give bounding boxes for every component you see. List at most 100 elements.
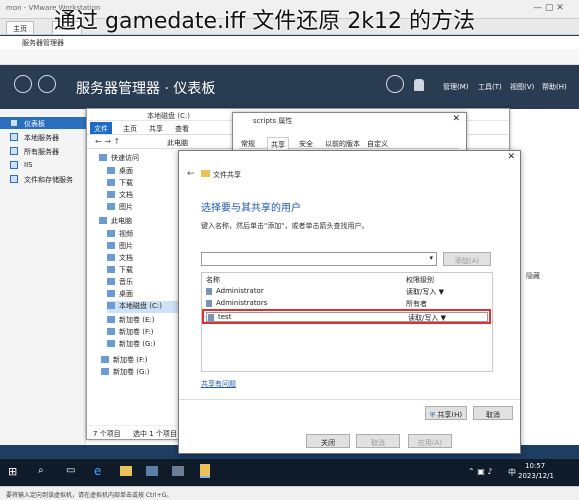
back-arrow-icon[interactable]: ← [187, 169, 195, 179]
edge-icon[interactable]: e [94, 464, 101, 478]
tab-customize[interactable]: 自定义 [367, 139, 388, 149]
server-manager-taskbar-icon[interactable] [146, 466, 158, 476]
sidebar-item-iis[interactable]: IIS [0, 159, 86, 171]
sidebar-item-local-server[interactable]: 本地服务器 [0, 131, 86, 143]
active-folder-icon[interactable] [200, 464, 210, 478]
tree-item[interactable]: 文档 [107, 190, 133, 202]
task-view-icon[interactable]: ▭ [66, 465, 75, 476]
column-header-permission: 权限级别 [406, 276, 434, 284]
add-button[interactable]: 添加(A) [443, 252, 491, 266]
clock-time[interactable]: 10:57 [525, 462, 545, 470]
forward-icon[interactable] [38, 75, 56, 93]
props-cancel-button[interactable]: 取消 [356, 434, 400, 448]
ribbon-tab-share[interactable]: 共享 [149, 124, 163, 134]
user-list: 名称 权限级别 Administrator 读取/写入 ▼ Administra… [201, 272, 493, 372]
refresh-icon[interactable] [386, 75, 404, 93]
folder-icon [107, 340, 115, 347]
notifications-flag-icon[interactable] [414, 79, 424, 91]
server-manager-sidebar: 仪表板 本地服务器 所有服务器 IIS 文件和存储服务 [0, 109, 86, 445]
sidebar-item-all-servers[interactable]: 所有服务器 [0, 145, 86, 157]
tree-item[interactable]: 此电脑 [99, 216, 132, 228]
iis-icon [10, 161, 18, 169]
folder-share-icon [201, 170, 210, 177]
tree-item[interactable]: 新加卷 (E:) [107, 315, 154, 327]
file-explorer-icon[interactable] [120, 466, 132, 476]
vm-status-text: 要将输入定向到该虚拟机，请在虚拟机内部单击或按 Ctrl+G。 [6, 492, 173, 499]
tree-item[interactable]: 新加卷 (F:) [107, 327, 154, 339]
hide-link[interactable]: 隐藏 [526, 271, 540, 281]
server-icon [10, 133, 18, 141]
vm-tab-home[interactable]: 主页 [6, 21, 34, 34]
tab-general[interactable]: 常规 [241, 139, 255, 149]
tree-item[interactable]: 下载 [107, 265, 133, 277]
tree-item[interactable]: 图片 [107, 202, 133, 214]
folder-icon [107, 302, 115, 309]
windows-start-icon[interactable]: ⊞ [8, 465, 17, 478]
ribbon-tab-view[interactable]: 查看 [175, 124, 189, 134]
selected-count: 选中 1 个项目 [133, 430, 177, 438]
folder-icon [99, 217, 107, 224]
search-icon[interactable]: ⌕ [38, 465, 44, 476]
taskbar: ⊞ ⌕ ▭ e ⌃ ▣ ♪ 中 10:57 2023/12/1 [0, 459, 579, 486]
properties-title: scripts 属性 [253, 117, 293, 125]
nav-arrows-icon[interactable]: ← → ↑ [95, 137, 120, 146]
tree-item[interactable]: 文档 [107, 253, 133, 265]
close-icon[interactable]: ✕ [452, 114, 460, 124]
folder-icon [101, 356, 109, 363]
menu-manage[interactable]: 管理(M) [443, 82, 469, 92]
props-close-button[interactable]: 关闭 [306, 434, 350, 448]
sidebar-item-file-storage[interactable]: 文件和存储服务 [0, 173, 86, 185]
window-controls[interactable]: — ▢ ✕ [533, 3, 573, 14]
cancel-button[interactable]: 取消 [473, 406, 513, 420]
tree-item[interactable]: 新加卷 (G:) [107, 339, 155, 351]
folder-icon [107, 254, 115, 261]
props-apply-button[interactable]: 应用(A) [408, 434, 452, 448]
folder-icon [107, 179, 115, 186]
user-combo-input[interactable]: ▾ [201, 252, 437, 266]
folder-icon [107, 242, 115, 249]
shield-icon: ⛨ [429, 411, 436, 419]
share-dialog-title: 文件共享 [213, 171, 241, 179]
servers-icon [10, 147, 18, 155]
banner-title: 服务器管理器 · 仪表板 [76, 81, 216, 97]
caption-title: 通过 gamedate.iff 文件还原 2k12 的方法 [54, 9, 475, 34]
list-item-selected[interactable]: test 读取/写入 ▼ [202, 309, 491, 324]
tree-item[interactable]: 桌面 [107, 166, 133, 178]
user-icon [206, 288, 212, 295]
user-icon [208, 314, 214, 321]
folder-icon [101, 368, 109, 375]
list-item[interactable]: Administrators 所有者 [204, 298, 490, 309]
chevron-down-icon[interactable]: ▾ [429, 254, 433, 262]
help-link[interactable]: 共享有问题 [201, 379, 236, 389]
tab-previous-versions[interactable]: 以前的版本 [325, 139, 360, 149]
tree-item[interactable]: 新加卷 (G:) [101, 367, 149, 379]
list-item[interactable]: Administrator 读取/写入 ▼ [204, 286, 490, 297]
menu-help[interactable]: 帮助(H) [542, 82, 567, 92]
share-heading: 选择要与其共享的用户 [201, 203, 301, 214]
menu-view[interactable]: 视图(V) [510, 82, 534, 92]
tree-item[interactable]: 下载 [107, 178, 133, 190]
clock-date[interactable]: 2023/12/1 [518, 472, 554, 480]
item-count: 7 个项目 [93, 430, 121, 438]
tab-security[interactable]: 安全 [299, 139, 313, 149]
tree-item[interactable]: 新加卷 (F:) [101, 355, 148, 367]
tray-icons[interactable]: ⌃ ▣ ♪ [468, 467, 492, 476]
tree-item[interactable]: 桌面 [107, 289, 133, 301]
ribbon-tab-home[interactable]: 主页 [123, 124, 137, 134]
back-icon[interactable] [14, 75, 32, 93]
tree-item[interactable]: 图片 [107, 241, 133, 253]
address-bar[interactable]: 此电脑 [167, 138, 188, 148]
ime-indicator[interactable]: 中 [508, 467, 516, 478]
sidebar-item-dashboard[interactable]: 仪表板 [0, 117, 86, 129]
ribbon-tab-file[interactable]: 文件 [90, 122, 112, 134]
tree-item[interactable]: 音乐 [107, 277, 133, 289]
app-icon[interactable] [172, 466, 184, 476]
share-close-icon[interactable]: ✕ [507, 152, 515, 162]
share-button[interactable]: ⛨ 共享(H) [425, 406, 467, 420]
server-manager-title: 服务器管理器 [22, 39, 64, 47]
tree-item[interactable]: 快速访问 [99, 153, 139, 165]
tree-item[interactable]: 本地磁盘 (C:) [107, 301, 181, 313]
menu-tools[interactable]: 工具(T) [478, 82, 502, 92]
storage-icon [10, 175, 18, 183]
tree-item[interactable]: 视频 [107, 229, 133, 241]
